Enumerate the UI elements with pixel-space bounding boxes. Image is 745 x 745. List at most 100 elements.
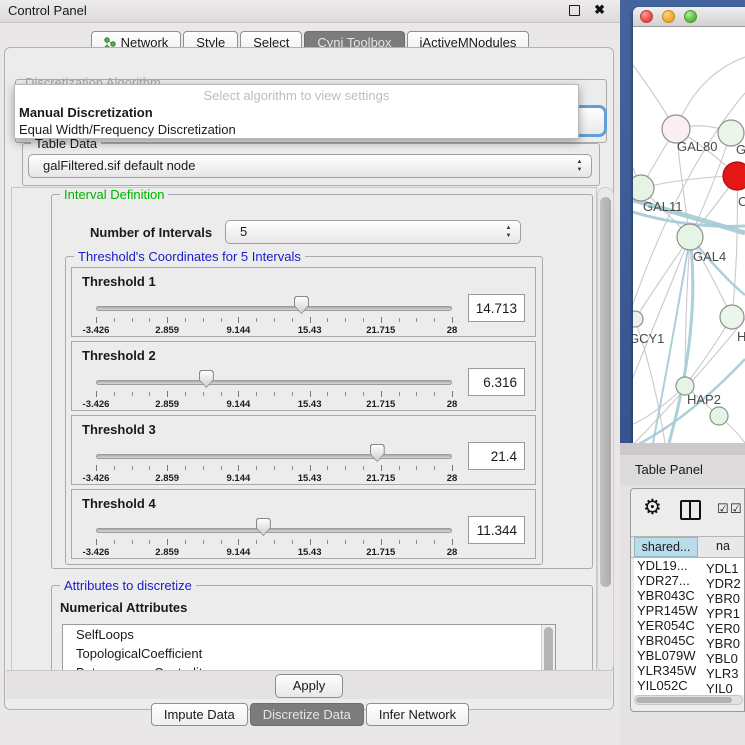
list-item[interactable]: TopologicalCoefficient xyxy=(63,644,555,663)
threshold-value-field[interactable]: 21.4 xyxy=(468,442,525,470)
table-h-scrollbar-thumb[interactable] xyxy=(636,697,732,703)
algorithm-dropdown-popup: Select algorithm to view settings Manual… xyxy=(14,84,579,139)
panel-scrollbar[interactable] xyxy=(597,187,614,673)
slider-thumb[interactable] xyxy=(256,518,271,536)
attributes-group-title: Attributes to discretize xyxy=(60,578,196,593)
slider-tick-label: -3.426 xyxy=(83,399,110,410)
network-canvas[interactable]: GAL80GAL11GAL4GCY1HAP2GACH xyxy=(633,27,745,443)
threshold-value-field[interactable]: 6.316 xyxy=(468,368,525,396)
table-data-group: Table Data galFiltered.sif default node … xyxy=(22,143,600,186)
node-label: GAL11 xyxy=(643,199,683,214)
num-intervals-combobox[interactable]: 5 ▲ ▼ xyxy=(225,220,521,244)
slider-tick-label: 9.144 xyxy=(227,547,251,558)
slider-tick-label: 2.859 xyxy=(155,399,179,410)
column-header-name[interactable]: na xyxy=(698,537,744,557)
list-scrollbar-thumb[interactable] xyxy=(544,627,553,673)
slider-tick-label: 15.43 xyxy=(298,473,322,484)
table-h-scrollbar[interactable] xyxy=(634,695,743,705)
slider-tick-label: -3.426 xyxy=(83,547,110,558)
numerical-attributes-heading: Numerical Attributes xyxy=(60,600,187,615)
threshold-slider[interactable]: -3.4262.8599.14415.4321.71528 xyxy=(96,304,452,336)
table-row[interactable]: YBL079WYBL0 xyxy=(634,648,744,663)
threshold-label: Threshold 1 xyxy=(82,274,156,289)
slider-tick-label: -3.426 xyxy=(83,325,110,336)
table-row[interactable]: YPR145WYPR1 xyxy=(634,603,744,618)
zoom-traffic-light-icon[interactable] xyxy=(684,10,697,23)
slider-tick-label: 15.43 xyxy=(298,547,322,558)
stepper-up-icon[interactable]: ▲ xyxy=(577,159,583,165)
cell-shared-name: YIL052C xyxy=(634,678,698,693)
network-node[interactable] xyxy=(710,407,728,425)
cell-name: YIL0 xyxy=(698,681,733,695)
slider-track[interactable] xyxy=(96,528,452,533)
checkbox-icon[interactable]: ☑ xyxy=(717,501,729,517)
threshold-slider[interactable]: -3.4262.8599.14415.4321.71528 xyxy=(96,378,452,410)
network-node[interactable] xyxy=(723,162,745,190)
node-label: GCY1 xyxy=(633,331,664,346)
cell-shared-name: YDR27... xyxy=(634,573,698,588)
tab-infer-network[interactable]: Infer Network xyxy=(366,703,469,726)
table-row[interactable]: YBR045CYBR0 xyxy=(634,633,744,648)
slider-tick-label: 28 xyxy=(447,399,458,410)
table-row[interactable]: YIL052CYIL0 xyxy=(634,678,744,693)
checkbox-icon[interactable]: ☑ xyxy=(730,501,742,517)
stepper-down-icon[interactable]: ▼ xyxy=(506,233,512,239)
minimize-traffic-light-icon[interactable] xyxy=(662,10,675,23)
table-data-combobox[interactable]: galFiltered.sif default node ▲ ▼ xyxy=(28,154,592,178)
slider-tick-label: 28 xyxy=(447,473,458,484)
stepper-arrows-icon[interactable]: ▲ ▼ xyxy=(503,224,514,240)
columns-icon[interactable] xyxy=(680,500,701,520)
table-row[interactable]: YBR043CYBR0 xyxy=(634,588,744,603)
close-icon[interactable]: ✖ xyxy=(594,2,605,18)
panel-scrollbar-thumb[interactable] xyxy=(600,197,611,587)
slider-tick-label: 21.715 xyxy=(366,399,395,410)
slider-thumb[interactable] xyxy=(370,444,385,462)
popup-hint: Select algorithm to view settings xyxy=(15,85,578,104)
slider-track[interactable] xyxy=(96,454,452,459)
popup-item[interactable]: Manual Discretization xyxy=(15,104,578,121)
stepper-arrows-icon[interactable]: ▲ ▼ xyxy=(574,158,585,174)
threshold-value-field[interactable]: 11.344 xyxy=(468,516,525,544)
bottom-tab-bar: Impute DataDiscretize DataInfer Network xyxy=(0,703,620,726)
network-window-titlebar xyxy=(633,7,745,27)
attributes-list[interactable]: SelfLoopsTopologicalCoefficientBetweenne… xyxy=(62,624,556,673)
network-node-gcy1[interactable] xyxy=(633,311,643,327)
threshold-value-field[interactable]: 14.713 xyxy=(468,294,525,322)
table-row[interactable]: YLR345WYLR3 xyxy=(634,663,744,678)
cell-shared-name: YPR145W xyxy=(634,603,698,618)
slider-thumb[interactable] xyxy=(199,370,214,388)
tab-impute-data[interactable]: Impute Data xyxy=(151,703,248,726)
network-node-gal4[interactable] xyxy=(677,224,703,250)
close-traffic-light-icon[interactable] xyxy=(640,10,653,23)
threshold-slider[interactable]: -3.4262.8599.14415.4321.71528 xyxy=(96,526,452,558)
cell-shared-name: YDL19... xyxy=(634,558,698,573)
stepper-down-icon[interactable]: ▼ xyxy=(577,167,583,173)
cell-shared-name: YBL079W xyxy=(634,648,698,663)
list-item[interactable]: SelfLoops xyxy=(63,625,555,644)
popup-item[interactable]: Equal Width/Frequency Discretization xyxy=(15,121,578,138)
gear-icon[interactable]: ⚙ xyxy=(643,495,662,520)
cell-shared-name: YBR045C xyxy=(634,633,698,648)
network-view-window: GAL80GAL11GAL4GCY1HAP2GACH xyxy=(633,7,745,443)
network-node[interactable] xyxy=(720,305,744,329)
panel-title: Control Panel xyxy=(8,3,87,18)
slider-tick-label: 2.859 xyxy=(155,547,179,558)
num-intervals-value: 5 xyxy=(240,221,247,243)
table-row[interactable]: YDL19...YDL1 xyxy=(634,558,744,573)
threshold-slider[interactable]: -3.4262.8599.14415.4321.71528 xyxy=(96,452,452,484)
network-node-gal11[interactable] xyxy=(633,175,654,201)
stepper-up-icon[interactable]: ▲ xyxy=(506,225,512,231)
num-intervals-label: Number of Intervals xyxy=(90,225,212,240)
table-row[interactable]: YER054CYER0 xyxy=(634,618,744,633)
tab-discretize-data[interactable]: Discretize Data xyxy=(250,703,364,726)
column-header-shared-name[interactable]: shared... xyxy=(634,537,698,557)
float-window-icon[interactable] xyxy=(569,5,580,16)
apply-button[interactable]: Apply xyxy=(275,674,343,698)
cyni-toolbox-panel: Discretization Algorithm Table Data galF… xyxy=(4,47,614,710)
slider-thumb[interactable] xyxy=(294,296,309,314)
slider-track[interactable] xyxy=(96,380,452,385)
list-scrollbar[interactable] xyxy=(541,625,555,673)
slider-track[interactable] xyxy=(96,306,452,311)
slider-tick-label: 28 xyxy=(447,325,458,336)
table-row[interactable]: YDR27...YDR2 xyxy=(634,573,744,588)
